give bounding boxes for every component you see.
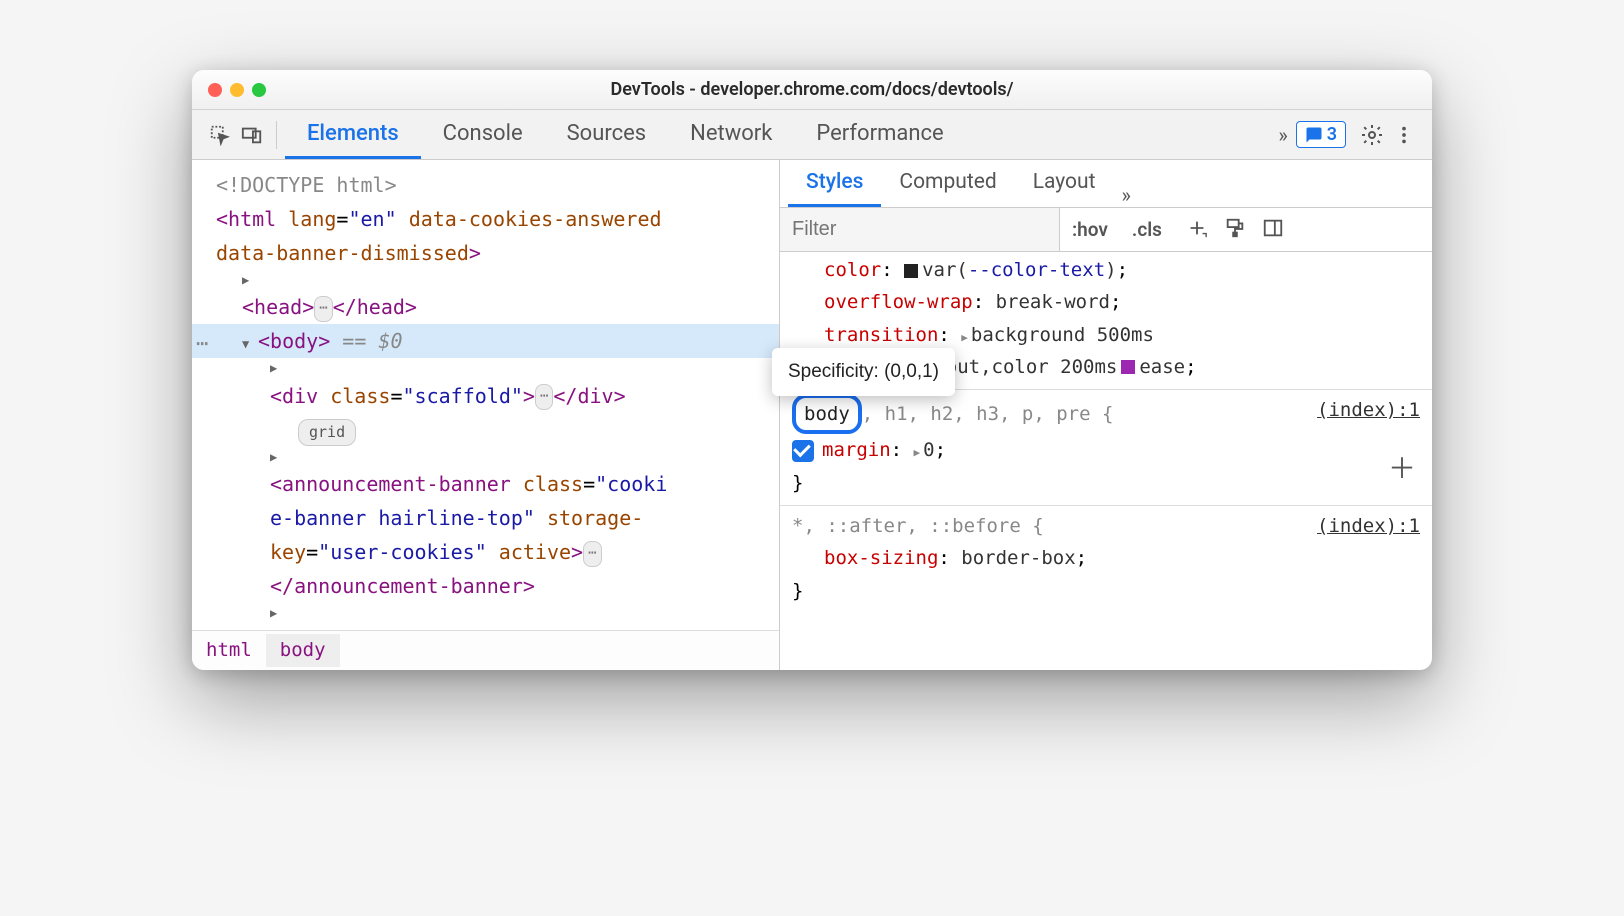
css-prop-box-sizing[interactable]: box-sizing: border-box;: [780, 542, 1432, 574]
crumb-html[interactable]: html: [192, 634, 266, 666]
head-line[interactable]: <head>⋯</head>: [192, 270, 779, 324]
css-prop-color[interactable]: color: var(--color-text);: [780, 254, 1432, 286]
subtab-layout[interactable]: Layout: [1015, 160, 1114, 207]
issues-badge[interactable]: 3: [1296, 121, 1346, 148]
banner-line3[interactable]: key="user-cookies" active>⋯: [192, 535, 779, 569]
crumb-body[interactable]: body: [266, 634, 340, 666]
selector-line-2[interactable]: *, ::after, ::before { (index):1: [780, 510, 1432, 542]
kebab-icon[interactable]: [1388, 119, 1420, 151]
new-style-icon[interactable]: [1186, 217, 1208, 243]
banner-line1[interactable]: <announcement-banner class="cooki: [192, 447, 779, 501]
html-open-cont[interactable]: data-banner-dismissed>: [192, 236, 779, 270]
main-tabs: Elements Console Sources Network Perform…: [285, 110, 966, 159]
iframe-line1[interactable]: <iframe title="Private Aggregatio: [192, 603, 779, 630]
rule-location-1[interactable]: (index):1: [1317, 394, 1420, 426]
toolbar: Elements Console Sources Network Perform…: [192, 110, 1432, 160]
add-rule-icon[interactable]: ＋: [1388, 445, 1416, 493]
device-toggle-icon[interactable]: [236, 119, 268, 151]
gear-icon[interactable]: [1356, 119, 1388, 151]
tab-elements[interactable]: Elements: [285, 110, 421, 159]
close-dot[interactable]: [208, 83, 222, 97]
rule-close-2: }: [780, 575, 1432, 607]
styles-list[interactable]: color: var(--color-text); overflow-wrap:…: [780, 252, 1432, 670]
main-panels: <!DOCTYPE html> <html lang="en" data-coo…: [192, 160, 1432, 670]
more-tabs-chevron[interactable]: »: [1270, 123, 1295, 147]
tab-network[interactable]: Network: [668, 110, 794, 159]
css-prop-transition[interactable]: transition: ▶background 500ms: [780, 319, 1432, 351]
rule-location-2[interactable]: (index):1: [1317, 510, 1420, 542]
subtab-styles[interactable]: Styles: [788, 160, 881, 207]
more-subtabs-chevron[interactable]: »: [1113, 183, 1138, 207]
dom-tree[interactable]: <!DOCTYPE html> <html lang="en" data-coo…: [192, 160, 779, 630]
filter-input[interactable]: [780, 208, 1060, 251]
cls-button[interactable]: .cls: [1120, 218, 1174, 241]
paint-icon[interactable]: [1224, 217, 1246, 243]
css-prop-margin[interactable]: margin: ▶0;: [780, 434, 1432, 466]
rule-body-h1[interactable]: body, h1, h2, h3, p, pre { (index):1 mar…: [780, 389, 1432, 499]
styles-panel: Styles Computed Layout » :hov .cls color…: [780, 160, 1432, 670]
inspect-icon[interactable]: [204, 119, 236, 151]
tab-performance[interactable]: Performance: [794, 110, 965, 159]
html-open[interactable]: <html lang="en" data-cookies-answered: [192, 202, 779, 236]
maximize-dot[interactable]: [252, 83, 266, 97]
scaffold-badge-line[interactable]: grid: [192, 413, 779, 447]
rule-star[interactable]: *, ::after, ::before { (index):1 box-siz…: [780, 505, 1432, 607]
highlighted-selector-body[interactable]: body: [792, 394, 862, 434]
window-title: DevTools - developer.chrome.com/docs/dev…: [192, 79, 1432, 100]
devtools-window: DevTools - developer.chrome.com/docs/dev…: [192, 70, 1432, 670]
scaffold-line[interactable]: <div class="scaffold">⋯</div>: [192, 358, 779, 412]
banner-line2[interactable]: e-banner hairline-top" storage-: [192, 501, 779, 535]
specificity-tooltip: Specificity: (0,0,1): [780, 348, 955, 396]
titlebar: DevTools - developer.chrome.com/docs/dev…: [192, 70, 1432, 110]
issues-count: 3: [1327, 124, 1337, 145]
subtab-computed[interactable]: Computed: [881, 160, 1014, 207]
css-prop-overflow-wrap[interactable]: overflow-wrap: break-word;: [780, 286, 1432, 318]
minimize-dot[interactable]: [230, 83, 244, 97]
tab-console[interactable]: Console: [421, 110, 545, 159]
tab-sources[interactable]: Sources: [545, 110, 669, 159]
sidebar-toggle-icon[interactable]: [1262, 217, 1284, 243]
dom-panel: <!DOCTYPE html> <html lang="en" data-coo…: [192, 160, 780, 670]
doctype-line[interactable]: <!DOCTYPE html>: [192, 168, 779, 202]
body-line[interactable]: <body> == $0: [192, 324, 779, 358]
filter-row: :hov .cls: [780, 208, 1432, 252]
traffic-lights: [208, 83, 266, 97]
breadcrumb: html body: [192, 630, 779, 670]
checkbox-icon[interactable]: [792, 440, 814, 462]
side-tabs: Styles Computed Layout »: [780, 160, 1432, 208]
hov-button[interactable]: :hov: [1060, 218, 1120, 241]
banner-close[interactable]: </announcement-banner>: [192, 569, 779, 603]
selector-line-1[interactable]: body, h1, h2, h3, p, pre { (index):1: [780, 394, 1432, 434]
divider: [276, 121, 277, 149]
rule-close-1: }: [780, 467, 1432, 499]
